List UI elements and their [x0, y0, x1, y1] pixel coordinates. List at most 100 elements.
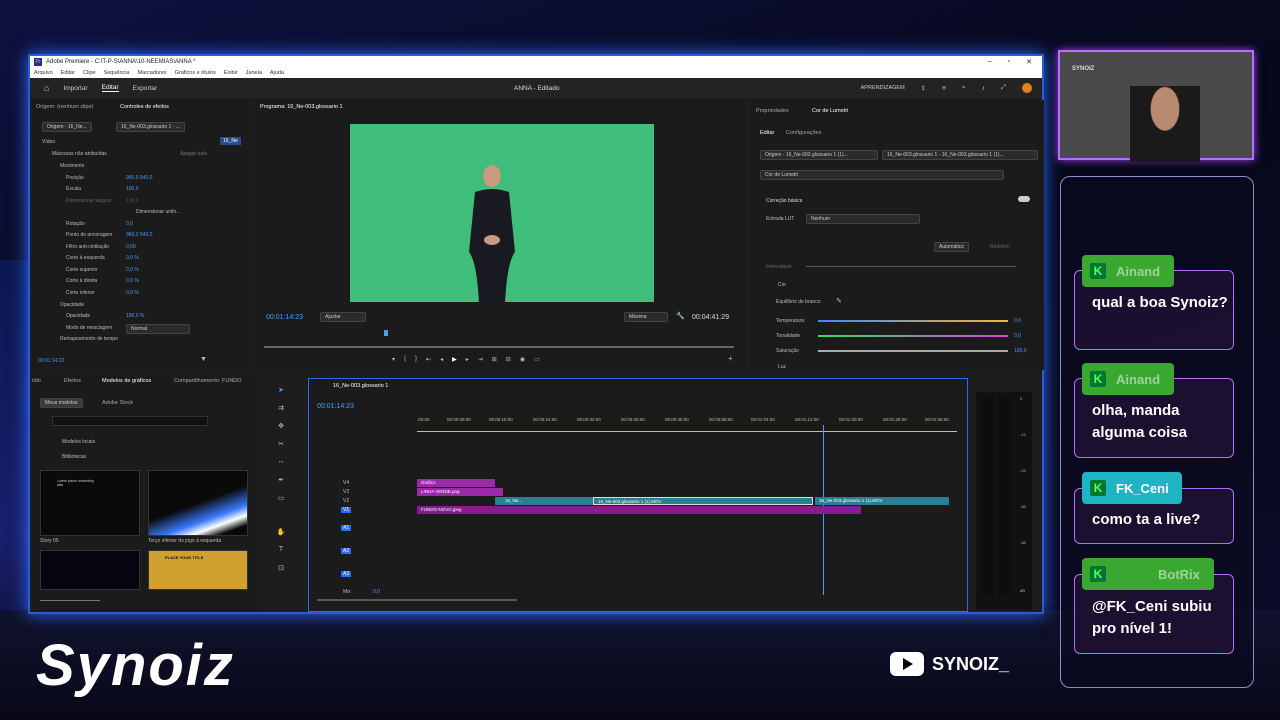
lumetri-origin[interactable]: Origem - 16_Ne-003.glossario 1 (1)... [760, 150, 878, 160]
effect-row-label[interactable]: Dimensionar unifo... [136, 209, 180, 215]
tab-media[interactable]: ídio [32, 378, 41, 384]
template-search-input[interactable] [52, 416, 208, 426]
menu-marcadores[interactable]: Marcadores [138, 70, 167, 76]
clip-v2-a[interactable]: 16_Ne... [495, 497, 593, 505]
clip-fundo[interactable]: FUNDO-NOVO.jpeg [417, 506, 861, 514]
clip-v2-b[interactable]: 16_Ne-003.glossario 1 (1).MOV [593, 497, 813, 505]
tint-slider[interactable] [818, 335, 1008, 337]
slip-icon[interactable]: ↔ [275, 458, 287, 470]
track-label-a2[interactable]: A2 [341, 548, 352, 554]
effect-select[interactable]: Cor de Lumetri [760, 170, 1004, 180]
time-ruler[interactable]: :00:00 00:00:08:00 00:00:16:00 00:00:24:… [417, 417, 957, 431]
track-label-a1[interactable]: A1 [341, 525, 352, 531]
clip-origin-tab[interactable]: Origem - 16_Ne... [42, 122, 92, 132]
tab-exportar[interactable]: Exportar [133, 85, 158, 92]
menu-editar[interactable]: Editar [61, 70, 75, 76]
learning-button[interactable]: APRENDIZAGEM [861, 85, 905, 91]
menu-clipe[interactable]: Clipe [83, 70, 96, 76]
saturation-value[interactable]: 100,0 [1014, 348, 1027, 354]
sub-tab-settings[interactable]: Configurações [786, 130, 821, 136]
ripple-edit-icon[interactable]: ✥ [275, 422, 287, 434]
volume-icon[interactable]: ♪ [982, 85, 985, 92]
panels-icon[interactable]: ≡ [942, 85, 946, 92]
local-templates-folder[interactable]: Modelos locais [62, 439, 95, 445]
template-thumb-4[interactable]: PLACE YOUR TITLE [148, 550, 248, 590]
tab-effects[interactable]: Efeitos [64, 378, 81, 384]
effect-row-value[interactable]: 100,0 % [126, 313, 144, 319]
track-label-v1[interactable]: V1 [341, 507, 352, 513]
clip-sequence-tab[interactable]: 16_Ne-003.glossario 1 - ... [116, 122, 185, 132]
playhead-marker[interactable] [384, 330, 388, 336]
fullscreen-icon[interactable]: ⤢ [1001, 84, 1006, 92]
share-icon[interactable]: ⇪ [921, 84, 926, 92]
maximize-icon[interactable]: ▫ [1008, 58, 1010, 66]
template-thumb-3[interactable] [40, 550, 140, 590]
saturation-slider[interactable] [818, 350, 1008, 352]
toggle-switch[interactable] [1018, 196, 1030, 202]
adobe-stock-tab[interactable]: Adobe Stock [102, 400, 133, 406]
clip-linha-verde[interactable]: LINHA VERDE.png [417, 488, 503, 496]
mark-out-icon[interactable]: } [415, 356, 417, 363]
step-forward-icon[interactable]: ▸ [466, 356, 469, 363]
clear-all-button[interactable]: Apagar tudo [180, 151, 207, 157]
template-thumb-story[interactable]: Lorem ipsum marketing atta [40, 470, 140, 536]
effect-row-value[interactable]: 100,0 [126, 186, 139, 192]
settings-icon[interactable]: 🔧 [676, 312, 685, 320]
tab-source[interactable]: Origem: (nenhum clipe) [36, 104, 93, 110]
camera-icon[interactable]: ◉ [520, 356, 525, 363]
marker-icon[interactable]: ▾ [392, 356, 395, 363]
mix-value[interactable]: 0,0 [373, 589, 380, 595]
temperature-value[interactable]: 0,0 [1014, 318, 1021, 324]
clip-grafico[interactable]: Gráfico [417, 479, 495, 487]
eyedropper-icon[interactable]: ✎ [836, 297, 842, 305]
reset-button[interactable]: Redefinir [990, 244, 1010, 250]
tab-importar[interactable]: Importar [63, 85, 87, 92]
menu-ajuda[interactable]: Ajuda [270, 70, 284, 76]
menu-janela[interactable]: Janela [246, 70, 262, 76]
light-header[interactable]: Luz [778, 364, 786, 370]
effect-row-value[interactable]: 0,0 [126, 221, 133, 227]
play-icon[interactable]: ▶ [452, 356, 457, 363]
clip-v2-c[interactable]: 16_Ne-003.glossario 1 (1).MOV [815, 497, 949, 505]
intensity-slider[interactable] [806, 266, 1016, 267]
basic-correction-header[interactable]: Correção básica [766, 198, 802, 204]
program-scrubber[interactable] [264, 346, 734, 348]
rectangle-icon[interactable]: ▭ [275, 494, 287, 506]
libraries-folder[interactable]: Bibliotecas [62, 454, 86, 460]
quality-select[interactable]: Máxima [624, 312, 668, 322]
go-to-out-icon[interactable]: ⇥ [478, 356, 483, 363]
effect-row-value[interactable]: 0,0 % [126, 255, 139, 261]
filter-icon[interactable]: ▼ [200, 356, 207, 363]
pen-icon[interactable]: ✒ [275, 476, 287, 488]
add-button-icon[interactable]: + [728, 354, 733, 363]
fit-select[interactable]: Ajustar [320, 312, 366, 322]
lut-select[interactable]: Nenhum [806, 214, 920, 224]
color-header[interactable]: Cor [778, 282, 786, 288]
work-area-bar[interactable] [417, 431, 957, 432]
effect-row-label[interactable]: Remapeamento de tempo [60, 336, 118, 342]
menu-graficos[interactable]: Gráficos e títulos [175, 70, 216, 76]
auto-button[interactable]: Automático [934, 242, 970, 252]
step-back-icon[interactable]: ◂ [440, 356, 443, 363]
tab-graphics-templates[interactable]: Modelos de gráficos [102, 378, 151, 384]
tab-lumetri[interactable]: Cor de Lumetri [812, 108, 848, 114]
sub-tab-edit[interactable]: Editar [760, 130, 774, 136]
tab-editar[interactable]: Editar [101, 84, 119, 92]
extract-icon[interactable]: ⊟ [506, 356, 511, 363]
effect-row-value[interactable]: 0,0 % [126, 267, 139, 273]
blend-mode-select[interactable]: Normal [126, 324, 190, 334]
program-title[interactable]: Programa: 16_Ne-003.glossario 1 [260, 104, 343, 110]
template-thumb-lower-third[interactable] [148, 470, 248, 536]
effect-row-value[interactable]: 0,0 % [126, 290, 139, 296]
tab-properties[interactable]: Propriedades [756, 108, 789, 114]
track-select-icon[interactable]: ⇉ [275, 404, 287, 416]
tab-effect-controls[interactable]: Controles de efeitos [120, 104, 169, 110]
menu-exibir[interactable]: Exibir [224, 70, 238, 76]
effect-row-label[interactable]: Movimento [60, 163, 84, 169]
thumb-size-slider[interactable] [40, 600, 100, 601]
lift-icon[interactable]: ⊞ [492, 356, 497, 363]
razor-icon[interactable]: ✂ [275, 440, 287, 452]
mark-in-icon[interactable]: { [404, 356, 406, 363]
tint-value[interactable]: 0,0 [1014, 333, 1021, 339]
hand-icon[interactable]: ✋ [275, 528, 287, 540]
